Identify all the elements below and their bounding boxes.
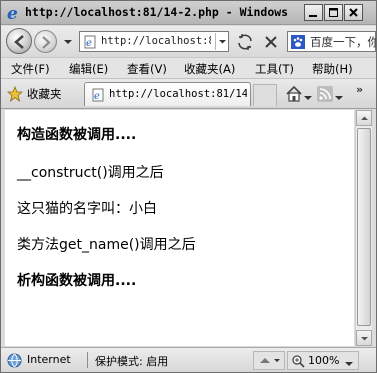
security-zone-label: Internet: [27, 353, 71, 366]
menu-edit[interactable]: 编辑(E): [69, 61, 108, 77]
page-content: 构造函数被调用.... __construct()调用之后 这只猫的名字叫：小白…: [5, 110, 354, 346]
menu-favorites[interactable]: 收藏夹(A): [184, 61, 235, 77]
address-toolbar: e http://localhost:81/14-2.php 百度一下，你就知道: [1, 26, 376, 57]
after-get-name-message: 类方法get_name()调用之后: [17, 237, 196, 253]
svg-text:e: e: [7, 4, 18, 22]
favorites-button[interactable]: 收藏夹: [6, 84, 79, 104]
tools-status-icon: [260, 358, 280, 363]
back-arrow-icon: [14, 35, 24, 49]
favorites-tab-bar: 收藏夹 e http://localhost:81/14-2.php »: [1, 79, 376, 109]
search-box[interactable]: 百度一下，你就知道: [287, 31, 376, 52]
url-field[interactable]: http://localhost:81/14-2.php: [101, 35, 211, 49]
title-bar[interactable]: e http://localhost:81/14-2.php - Windows…: [1, 1, 376, 25]
forward-button[interactable]: [34, 30, 57, 53]
after-construct-message: __construct()调用之后: [17, 165, 164, 181]
recent-pages-dropdown[interactable]: [63, 36, 73, 46]
zoom-level: 100%: [308, 354, 340, 367]
feeds-button[interactable]: [317, 86, 333, 102]
chevron-down-icon: [304, 96, 312, 100]
favorites-label: 收藏夹: [27, 87, 62, 101]
home-icon: [286, 85, 302, 102]
page-icon: e: [83, 35, 97, 49]
chevron-down-icon: [335, 96, 343, 100]
protected-mode-status[interactable]: 保护模式: 启用: [95, 353, 168, 369]
favorites-star-icon: [6, 85, 24, 103]
menu-view[interactable]: 查看(V): [127, 61, 167, 77]
zoom-icon: [291, 354, 305, 371]
home-dropdown[interactable]: [304, 91, 312, 100]
chevron-down-icon: [218, 40, 226, 44]
rss-icon: [317, 86, 333, 102]
status-bar: Internet 保护模式: 启用 100%: [1, 347, 376, 372]
scroll-up-button[interactable]: [356, 110, 372, 126]
zoom-control[interactable]: 100%: [287, 351, 359, 370]
stop-icon: [265, 36, 277, 48]
new-tab-button[interactable]: [253, 84, 277, 106]
svg-text:e: e: [86, 38, 92, 49]
tab-current-page[interactable]: e http://localhost:81/14-2.php: [84, 82, 251, 106]
menu-file[interactable]: 文件(F): [11, 61, 50, 77]
chevron-down-icon: [345, 357, 353, 371]
address-dropdown-button[interactable]: [215, 33, 228, 50]
tab-title: http://localhost:81/14-2.php: [109, 88, 247, 100]
search-input[interactable]: 百度一下，你就知道: [310, 34, 376, 50]
close-icon: [349, 8, 358, 17]
menu-help[interactable]: 帮助(H): [312, 61, 353, 77]
browser-window: e http://localhost:81/14-2.php - Windows…: [0, 0, 377, 373]
feeds-dropdown[interactable]: [335, 91, 343, 100]
menu-tools[interactable]: 工具(T): [255, 61, 294, 77]
chevron-up-icon: [360, 116, 368, 120]
scroll-down-button[interactable]: [356, 330, 372, 346]
refresh-button[interactable]: [235, 32, 255, 52]
globe-icon: [7, 353, 22, 368]
page-icon: e: [91, 88, 105, 102]
status-divider: [87, 352, 88, 368]
ie-logo-icon: e: [6, 4, 24, 24]
cat-name-message: 这只猫的名字叫：小白: [17, 201, 157, 217]
destructor-message: 析构函数被调用....: [17, 273, 137, 289]
minimize-icon: [309, 15, 317, 17]
chevron-down-icon: [360, 336, 368, 340]
back-button[interactable]: [6, 28, 32, 54]
menu-bar: 文件(F) 编辑(E) 查看(V) 收藏夹(A) 工具(T) 帮助(H): [1, 57, 376, 79]
vertical-scrollbar[interactable]: [355, 110, 372, 346]
forward-arrow-icon: [42, 36, 51, 49]
maximize-icon: [329, 8, 338, 17]
chevron-down-icon: [64, 40, 72, 44]
more-commands-button[interactable]: »: [356, 83, 363, 96]
home-button[interactable]: [285, 85, 303, 103]
close-window-button[interactable]: [344, 4, 363, 21]
window-frame-right: [372, 110, 376, 346]
window-title: http://localhost:81/14-2.php - Windows I…: [25, 5, 293, 19]
refresh-icon: [238, 34, 252, 50]
stop-button[interactable]: [261, 32, 281, 52]
constructor-message: 构造函数被调用....: [17, 127, 137, 143]
scroll-thumb[interactable]: [357, 128, 371, 326]
svg-text:e: e: [94, 91, 100, 102]
tools-status-button[interactable]: [253, 351, 285, 370]
maximize-button[interactable]: [324, 4, 343, 21]
baidu-paw-icon: [291, 35, 305, 49]
address-bar[interactable]: e http://localhost:81/14-2.php: [79, 31, 229, 52]
minimize-button[interactable]: [304, 4, 323, 21]
